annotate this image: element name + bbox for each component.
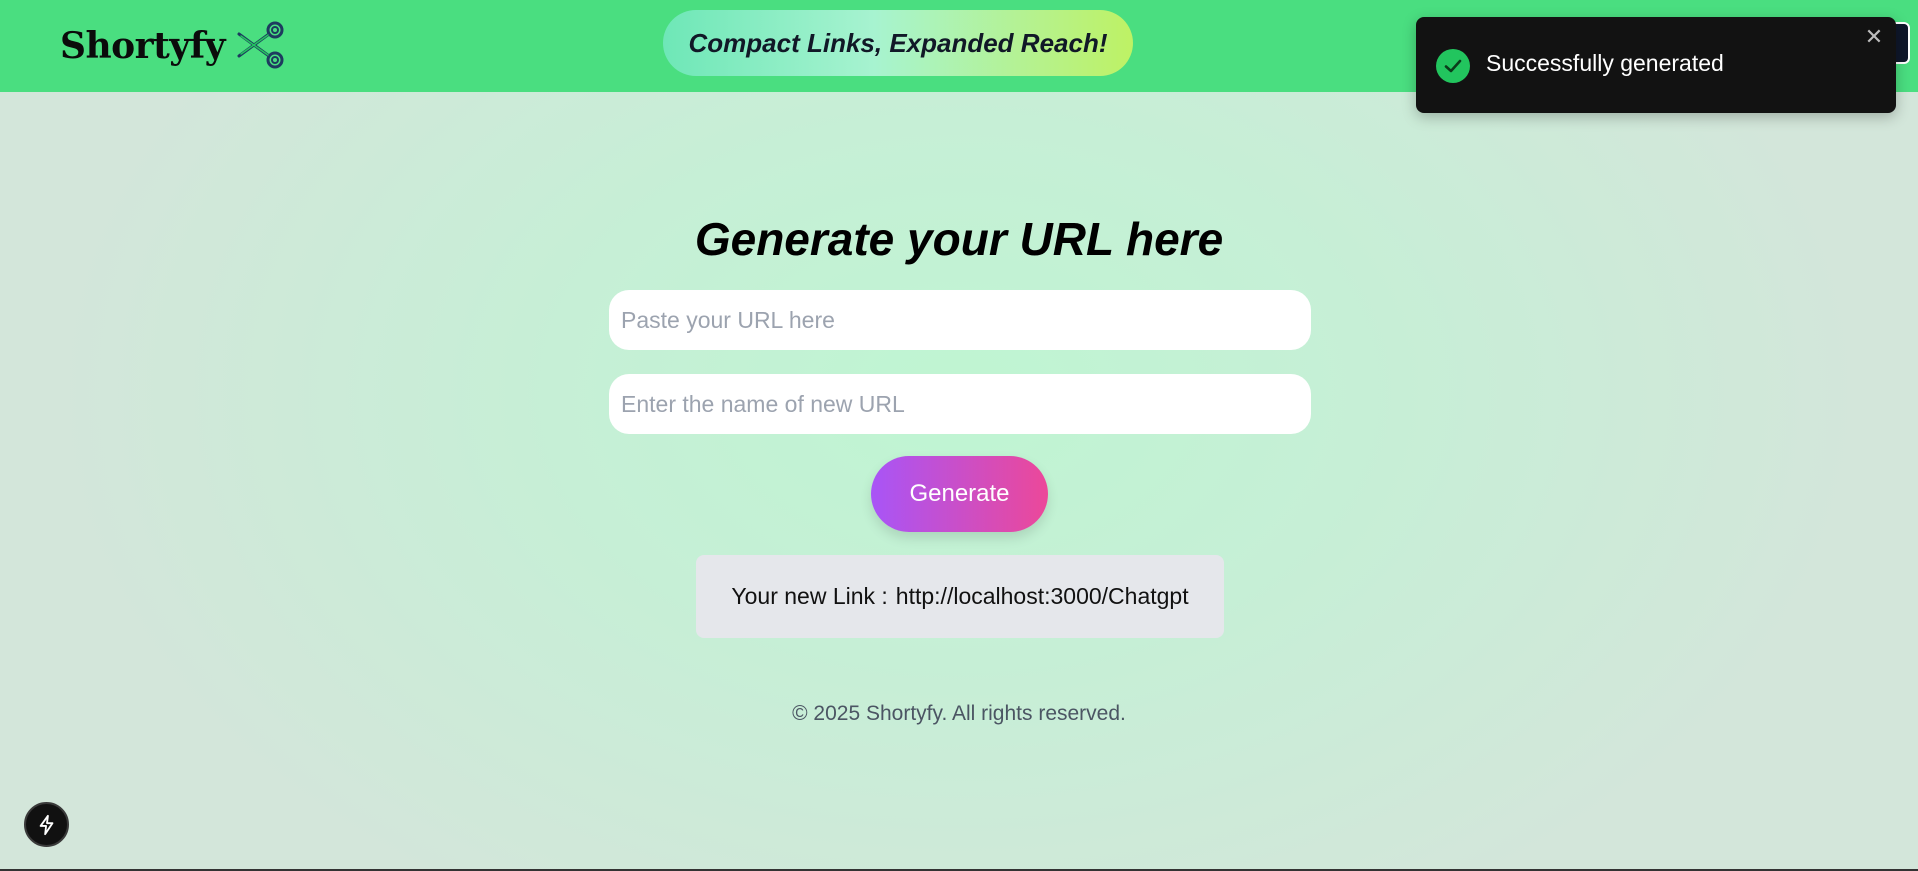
- close-icon[interactable]: ✕: [1862, 25, 1886, 50]
- url-input[interactable]: [609, 290, 1311, 350]
- generate-button[interactable]: Generate: [871, 456, 1048, 532]
- short-name-input[interactable]: [609, 374, 1311, 434]
- brand-logo[interactable]: Shortyfy: [60, 18, 291, 74]
- brand-name: Shortyfy: [60, 25, 226, 67]
- result-box: Your new Link : http://localhost:3000/Ch…: [696, 555, 1224, 638]
- tagline-pill: Compact Links, Expanded Reach!: [663, 10, 1133, 76]
- toast-message: Successfully generated: [1486, 50, 1724, 76]
- devtools-button[interactable]: [24, 802, 69, 847]
- check-circle-icon: [1436, 49, 1470, 83]
- success-toast: Successfully generated ✕: [1416, 17, 1896, 113]
- lightning-bolt-icon: [39, 814, 53, 835]
- scissors-icon: [237, 21, 284, 69]
- page-title: Generate your URL here: [694, 213, 1224, 265]
- result-label: Your new Link :: [731, 583, 888, 609]
- result-link[interactable]: http://localhost:3000/Chatgpt: [896, 583, 1189, 610]
- footer-copyright: © 2025 Shortyfy. All rights reserved.: [792, 702, 1126, 725]
